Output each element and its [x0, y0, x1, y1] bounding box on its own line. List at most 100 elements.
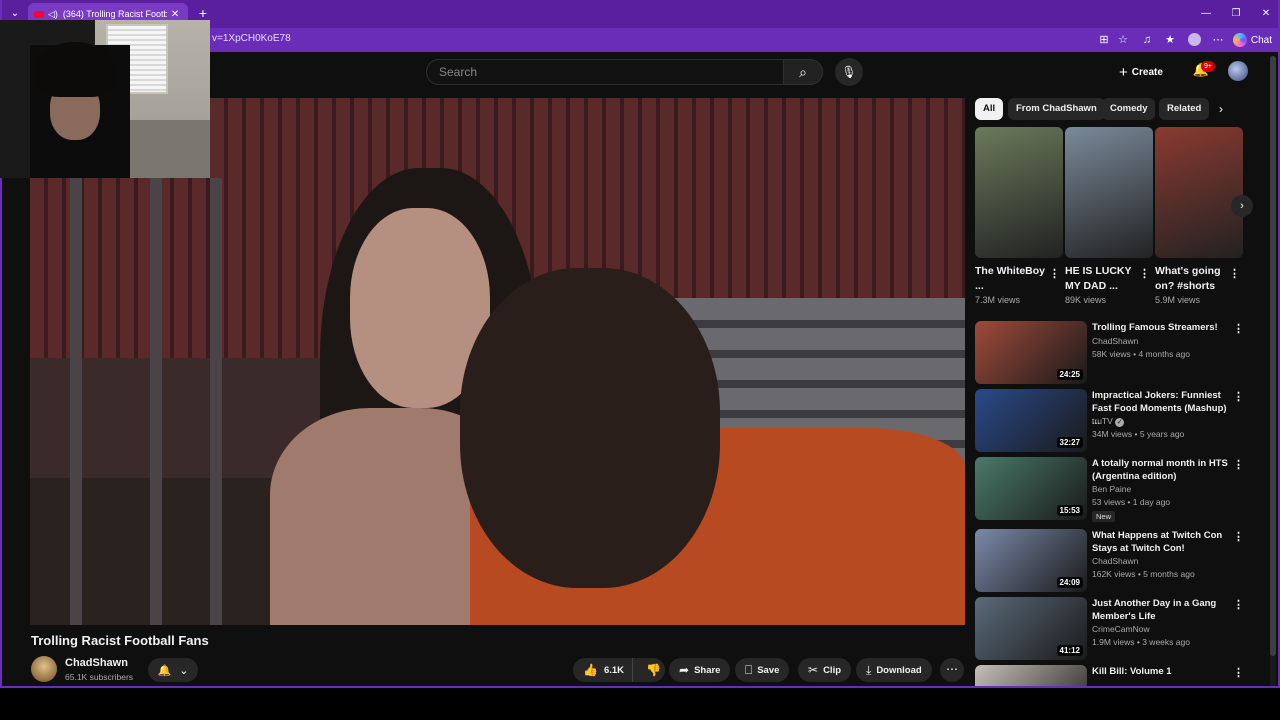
video-frame-person	[460, 268, 720, 588]
recommendation-menu-icon[interactable]: ⋮	[1233, 390, 1244, 403]
recommendation-title[interactable]: A totally normal month in HTS (Argentina…	[1092, 457, 1232, 483]
copilot-chat-button[interactable]: Chat	[1232, 31, 1272, 49]
chips-next-arrow-icon[interactable]: ›	[1219, 102, 1223, 116]
favorite-star-icon[interactable]: ☆	[1115, 32, 1131, 48]
recommendation-item[interactable]: 41:12 Just Another Day in a Gang Member's…	[975, 597, 1255, 663]
create-label: Create	[1131, 66, 1163, 78]
user-avatar[interactable]	[1228, 61, 1248, 81]
short-menu-icon[interactable]: ⋮	[1049, 267, 1060, 280]
recommendation-title[interactable]: Trolling Famous Streamers!	[1092, 321, 1232, 334]
recommendation-menu-icon[interactable]: ⋮	[1233, 458, 1244, 471]
short-menu-icon[interactable]: ⋮	[1139, 267, 1150, 280]
recommendation-thumbnail[interactable]	[975, 665, 1087, 686]
short-thumbnail[interactable]	[1155, 127, 1243, 258]
short-title[interactable]: HE IS LUCKY MY DAD ...	[1065, 264, 1139, 294]
recommendation-channel[interactable]: ChadShawn	[1092, 556, 1138, 566]
recommendation-thumbnail[interactable]: 15:53	[975, 457, 1087, 520]
recommendation-title[interactable]: Just Another Day in a Gang Member's Life	[1092, 597, 1232, 623]
create-button[interactable]: + Create	[1119, 62, 1163, 82]
url-text[interactable]: v=1XpCH0KoE78	[212, 33, 291, 44]
page-scrollbar[interactable]	[1270, 56, 1276, 686]
channel-name[interactable]: ChadShawn	[65, 657, 128, 669]
bell-icon: 🔔	[157, 664, 172, 677]
like-button[interactable]: 👍 6.1K	[573, 658, 634, 682]
recommendation-item[interactable]: 15:53 A totally normal month in HTS (Arge…	[975, 457, 1255, 523]
recommendation-menu-icon[interactable]: ⋮	[1233, 598, 1244, 611]
recommendation-item[interactable]: 32:27 Impractical Jokers: Funniest Fast F…	[975, 389, 1255, 455]
recommendation-channel[interactable]: CrimeCamNow	[1092, 624, 1150, 634]
close-window-button[interactable]: ✕	[1258, 6, 1274, 22]
recommendation-title[interactable]: What Happens at Twitch Con Stays at Twit…	[1092, 529, 1232, 555]
like-count: 6.1K	[603, 664, 625, 676]
recommendation-channel[interactable]: truTV ✓	[1092, 416, 1125, 427]
clip-label: Clip	[823, 664, 842, 676]
bookmark-icon: ⎕	[745, 662, 753, 677]
subscription-notification-button[interactable]: 🔔 ⌄	[148, 658, 198, 682]
chip-all[interactable]: All	[975, 98, 1004, 120]
share-arrow-icon: ➦	[679, 663, 690, 677]
recommendation-meta: 162K views • 5 months ago	[1092, 569, 1195, 579]
short-views: 89K views	[1065, 295, 1107, 305]
favorites-icon[interactable]: ★	[1162, 32, 1178, 48]
channel-avatar[interactable]	[31, 656, 57, 682]
download-icon: ⤓	[866, 662, 872, 677]
channel-label: Ben Paine	[1092, 484, 1132, 494]
recommendation-thumbnail[interactable]: 41:12	[975, 597, 1087, 660]
video-duration: 32:27	[1056, 437, 1083, 448]
short-thumbnail[interactable]	[1065, 127, 1153, 258]
shorts-next-button[interactable]: ›	[1231, 195, 1253, 217]
extension-icon[interactable]: ♫	[1139, 32, 1155, 48]
download-button[interactable]: ⤓ Download	[856, 658, 932, 682]
settings-more-icon[interactable]: ⋯	[1210, 32, 1226, 48]
recommendation-thumbnail[interactable]: 24:25	[975, 321, 1087, 384]
recommendation-thumbnail[interactable]: 24:09	[975, 529, 1087, 592]
subscriber-count: 65.1K subscribers	[65, 672, 134, 682]
dislike-button[interactable]: 👎	[638, 663, 669, 677]
search-input[interactable]: Search	[426, 59, 784, 85]
scrollbar-thumb[interactable]	[1270, 56, 1276, 656]
short-title[interactable]: What's going on? #shorts	[1155, 264, 1229, 294]
short-item[interactable]: HE IS LUCKY MY DAD ... 89K views ⋮	[1065, 127, 1153, 305]
recommendation-menu-icon[interactable]: ⋮	[1233, 322, 1244, 335]
recommendation-channel[interactable]: ChadShawn	[1092, 336, 1138, 346]
short-thumbnail[interactable]	[975, 127, 1063, 258]
short-item[interactable]: The WhiteBoy ... 7.3M views ⋮	[975, 127, 1063, 305]
profile-icon[interactable]	[1186, 32, 1202, 48]
minimize-button[interactable]: —	[1198, 6, 1214, 22]
chip-comedy[interactable]: Comedy	[1102, 98, 1156, 120]
channel-label: ChadShawn	[1092, 556, 1139, 566]
app-available-icon[interactable]: ⊞	[1096, 32, 1112, 48]
recommendation-item[interactable]: Kill Bill: Volume 1 ⋮	[975, 665, 1255, 686]
voice-search-button[interactable]: 🎙	[835, 58, 863, 86]
short-item[interactable]: What's going on? #shorts 5.9M views ⋮	[1155, 127, 1243, 305]
video-duration: 15:53	[1056, 505, 1083, 516]
recommendation-title[interactable]: Kill Bill: Volume 1	[1092, 665, 1232, 678]
recommendation-item[interactable]: 24:25 Trolling Famous Streamers! ⋮ ChadShaw…	[975, 321, 1255, 387]
video-duration: 24:25	[1056, 369, 1083, 380]
chevron-right-icon: ›	[1240, 200, 1244, 212]
speaker-icon[interactable]: ◁)	[48, 9, 58, 20]
channel-label: ChadShawn	[1092, 336, 1139, 346]
short-menu-icon[interactable]: ⋮	[1229, 267, 1240, 280]
save-button[interactable]: ⎕ Save	[735, 658, 790, 682]
recommendation-menu-icon[interactable]: ⋮	[1233, 666, 1244, 679]
clip-button[interactable]: ✂ Clip	[798, 658, 852, 682]
recommendation-menu-icon[interactable]: ⋮	[1233, 530, 1244, 543]
chip-related[interactable]: Related	[1159, 98, 1210, 120]
youtube-favicon-icon	[34, 10, 44, 18]
search-button[interactable]: ⌕	[783, 59, 823, 85]
recommendation-item[interactable]: 24:09 What Happens at Twitch Con Stays at…	[975, 529, 1255, 595]
recommendation-channel[interactable]: Ben Paine	[1092, 484, 1131, 494]
short-title[interactable]: The WhiteBoy ...	[975, 264, 1049, 294]
share-button[interactable]: ➦ Share	[669, 658, 731, 682]
search-icon: ⌕	[799, 64, 807, 80]
chat-label: Chat	[1250, 34, 1272, 46]
video-frame-rail	[70, 178, 82, 625]
tab-close-icon[interactable]: ✕	[171, 9, 179, 20]
restore-button[interactable]: ❐	[1228, 6, 1244, 22]
more-actions-button[interactable]: ⋯	[940, 658, 964, 682]
recommendation-thumbnail[interactable]: 32:27	[975, 389, 1087, 452]
chip-from-channel[interactable]: From ChadShawn	[1008, 98, 1105, 120]
short-views: 5.9M views	[1155, 295, 1201, 305]
more-horizontal-icon: ⋯	[946, 662, 958, 676]
